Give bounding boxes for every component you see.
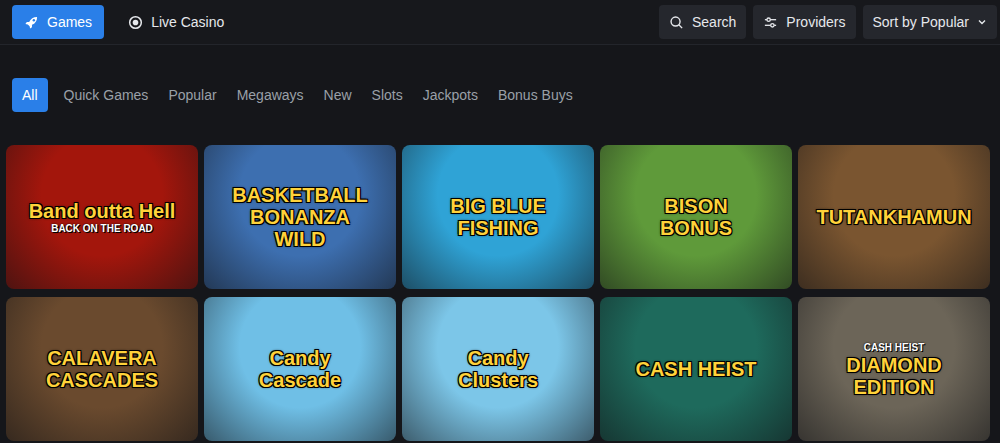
category-tab[interactable]: Quick Games bbox=[56, 78, 157, 112]
game-title: Cascade bbox=[259, 369, 341, 391]
category-tab[interactable]: Bonus Buys bbox=[490, 78, 581, 112]
game-title: CALAVERA CASCADES bbox=[14, 347, 190, 391]
rocket-icon bbox=[24, 15, 39, 30]
main-tab[interactable]: Live Casino bbox=[116, 5, 236, 39]
game-title: Candy bbox=[467, 347, 528, 369]
search-button[interactable]: Search bbox=[659, 5, 746, 39]
providers-button[interactable]: Providers bbox=[753, 5, 855, 39]
game-title: BASKETBALL bbox=[232, 184, 368, 206]
category-tab[interactable]: All bbox=[12, 78, 48, 112]
category-tab[interactable]: Popular bbox=[160, 78, 224, 112]
game-title: BISON bbox=[664, 195, 727, 217]
game-title: BIG BLUE bbox=[450, 195, 546, 217]
game-title: TUTANKHAMUN bbox=[816, 206, 971, 228]
category-tab[interactable]: Slots bbox=[364, 78, 411, 112]
game-title: BONANZA bbox=[250, 206, 350, 228]
game-tagline: BACK ON THE ROAD bbox=[51, 222, 153, 235]
category-tab[interactable]: New bbox=[316, 78, 360, 112]
game-title: FISHING bbox=[457, 217, 538, 239]
casino-lobby: Games Live Casino SearchProvidersSort by P… bbox=[0, 0, 1000, 443]
search-icon bbox=[669, 15, 684, 30]
toolbar: SearchProvidersSort by Popular bbox=[659, 5, 997, 39]
game-title: Candy bbox=[269, 347, 330, 369]
category-tab[interactable]: Megaways bbox=[229, 78, 312, 112]
game-tile[interactable]: CandyCascade bbox=[204, 297, 396, 441]
game-tile[interactable]: CASH HEISTDIAMONDEDITION bbox=[798, 297, 990, 441]
game-title: Band outta Hell bbox=[29, 200, 176, 222]
game-tile[interactable]: CALAVERA CASCADES bbox=[6, 297, 198, 441]
game-title: CASH HEIST bbox=[635, 358, 756, 380]
category-bar: AllQuick GamesPopularMegawaysNewSlotsJac… bbox=[0, 78, 1000, 112]
game-tile[interactable]: BASKETBALLBONANZAWILD bbox=[204, 145, 396, 289]
game-title: Clusters bbox=[458, 369, 538, 391]
top-bar: Games Live Casino SearchProvidersSort by P… bbox=[0, 0, 1000, 45]
game-tagline: CASH HEIST bbox=[864, 341, 925, 354]
game-tile[interactable]: Band outta HellBACK ON THE ROAD bbox=[6, 145, 198, 289]
game-title: DIAMOND bbox=[846, 354, 942, 376]
game-tile[interactable]: CandyClusters bbox=[402, 297, 594, 441]
sliders-icon bbox=[763, 15, 778, 30]
main-tabs: Games Live Casino bbox=[12, 5, 236, 39]
sort-dropdown[interactable]: Sort by Popular bbox=[863, 5, 998, 39]
game-title: BONUS bbox=[660, 217, 732, 239]
category-tab[interactable]: Jackpots bbox=[415, 78, 486, 112]
live-casino-icon bbox=[128, 15, 143, 30]
game-tile[interactable]: BISONBONUS bbox=[600, 145, 792, 289]
game-tile[interactable]: CASH HEIST bbox=[600, 297, 792, 441]
chevron-down-icon bbox=[977, 17, 987, 27]
game-tile[interactable]: TUTANKHAMUN bbox=[798, 145, 990, 289]
game-tile[interactable]: BIG BLUEFISHING bbox=[402, 145, 594, 289]
game-title: EDITION bbox=[853, 376, 934, 398]
game-grid: Band outta HellBACK ON THE ROADBASKETBAL… bbox=[0, 145, 1000, 441]
game-title: WILD bbox=[274, 228, 325, 250]
main-tab[interactable]: Games bbox=[12, 5, 104, 39]
